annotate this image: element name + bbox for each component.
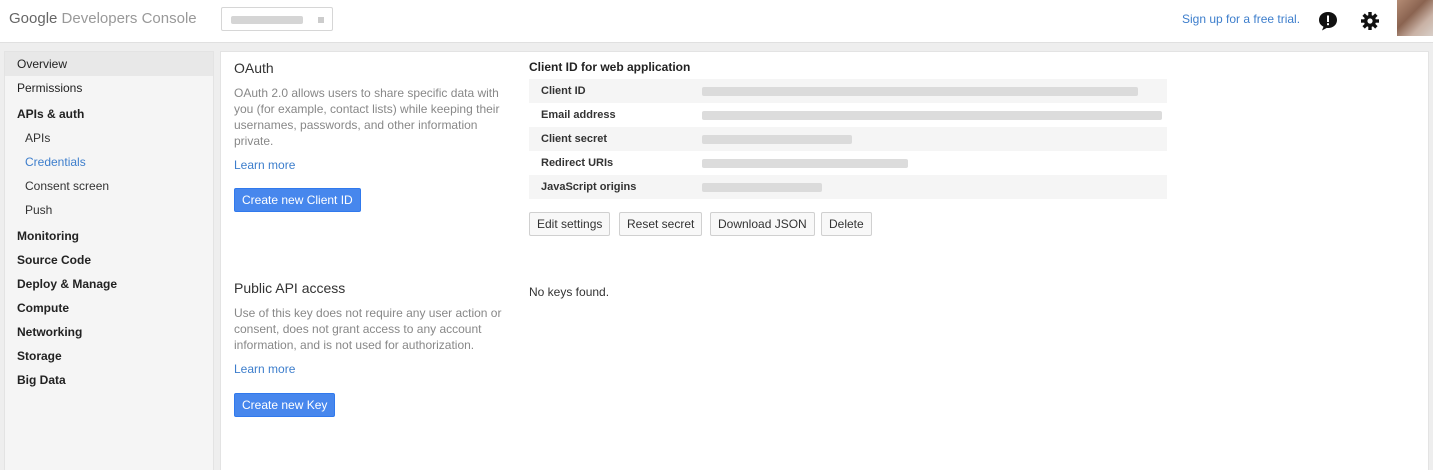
sidebar-item-consent-screen[interactable]: Consent screen [5,174,213,198]
sidebar-item-deploy-manage[interactable]: Deploy & Manage [5,272,213,296]
delete-button[interactable]: Delete [821,212,872,236]
sidebar-item-monitoring[interactable]: Monitoring [5,224,213,248]
public-api-description: Use of this key does not require any use… [234,306,502,352]
javascript-origins-label: JavaScript origins [541,181,637,193]
feedback-icon[interactable] [1317,10,1339,32]
email-address-value-redacted [702,111,1162,120]
chevron-down-icon [318,17,324,23]
sidebar-item-credentials[interactable]: Credentials [5,150,213,174]
free-trial-link[interactable]: Sign up for a free trial. [1182,12,1300,26]
table-row: Redirect URIs [529,151,1167,175]
oauth-heading: OAuth [234,60,274,76]
table-row: Email address [529,103,1167,127]
sidebar-item-apis-auth[interactable]: APIs & auth [5,102,213,126]
public-api-learn-more-link[interactable]: Learn more [234,362,295,376]
table-row: Client ID [529,79,1167,103]
table-row: Client secret [529,127,1167,151]
sidebar-item-storage[interactable]: Storage [5,344,213,368]
client-id-label: Client ID [541,85,586,97]
javascript-origins-value-redacted [702,183,822,192]
create-client-id-button[interactable]: Create new Client ID [234,188,361,212]
sidebar-item-push[interactable]: Push [5,198,213,222]
client-id-value-redacted [702,87,1138,96]
public-api-heading: Public API access [234,280,346,296]
download-json-button[interactable]: Download JSON [710,212,815,236]
logo-product-text: Developers Console [61,10,197,27]
sidebar-item-networking[interactable]: Networking [5,320,213,344]
redirect-uris-label: Redirect URIs [541,157,614,169]
sidebar-nav: Overview Permissions APIs & auth APIs Cr… [4,51,214,470]
oauth-description: OAuth 2.0 allows users to share specific… [234,86,500,148]
sidebar-item-permissions[interactable]: Permissions [5,76,213,100]
redirect-uris-value-redacted [702,159,908,168]
client-secret-label: Client secret [541,133,608,145]
create-new-key-button[interactable]: Create new Key [234,393,336,417]
client-id-heading: Client ID for web application [529,60,691,74]
sidebar-item-overview[interactable]: Overview [5,52,213,76]
sidebar-item-source-code[interactable]: Source Code [5,248,213,272]
sidebar-item-apis[interactable]: APIs [5,126,213,150]
project-name-redacted [231,16,303,24]
sidebar-item-big-data[interactable]: Big Data [5,368,213,392]
credentials-panel: OAuth OAuth 2.0 allows users to share sp… [220,51,1429,470]
avatar[interactable] [1397,0,1433,36]
oauth-learn-more-link[interactable]: Learn more [234,158,295,172]
client-credentials-table: Client ID Email address Client secret Re… [529,79,1167,199]
developers-console-logo[interactable]: Google Developers Console [9,10,197,27]
logo-google-text: Google [9,10,58,27]
edit-settings-button[interactable]: Edit settings [529,212,611,236]
top-bar: Google Developers Console Sign up for a … [0,0,1433,43]
sidebar-item-compute[interactable]: Compute [5,296,213,320]
project-selector[interactable] [221,7,333,31]
gear-icon[interactable] [1359,10,1381,32]
no-keys-message: No keys found. [529,285,610,299]
client-secret-value-redacted [702,135,852,144]
email-address-label: Email address [541,109,616,121]
table-row: JavaScript origins [529,175,1167,199]
reset-secret-button[interactable]: Reset secret [619,212,703,236]
